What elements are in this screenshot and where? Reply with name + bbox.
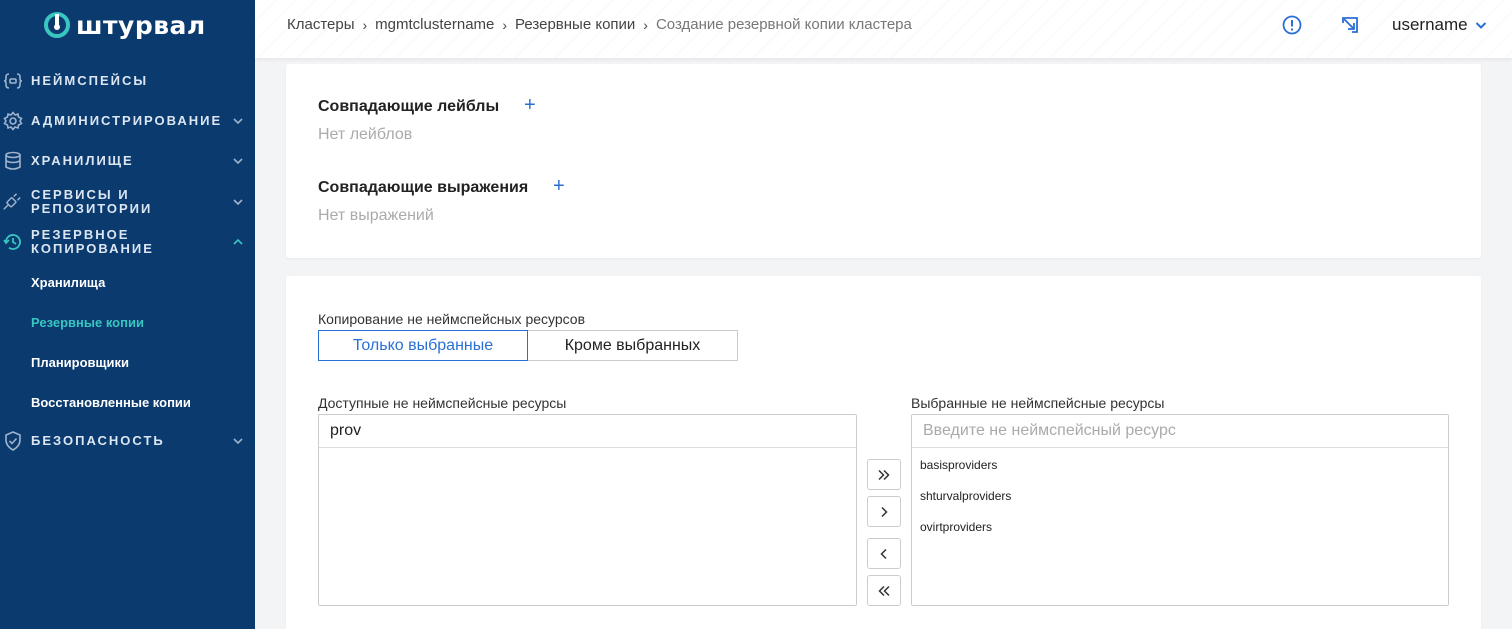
sidebar-item-label: Хранилище (31, 153, 134, 168)
add-label-plus-icon[interactable]: + (524, 95, 536, 115)
selected-resources-list[interactable]: basisproviders shturvalproviders ovirtpr… (911, 414, 1449, 606)
breadcrumb-backups[interactable]: Резервные копии (515, 16, 635, 33)
list-item[interactable]: shturvalproviders (920, 489, 1011, 503)
chevron-right-icon: › (502, 16, 508, 33)
breadcrumb-clusters[interactable]: Кластеры (287, 16, 355, 33)
breadcrumb-current: Создание резервной копии кластера (655, 16, 912, 33)
chevrons-left-icon (878, 585, 890, 596)
sidebar-subitem-schedulers[interactable]: Планировщики (31, 355, 129, 370)
breadcrumb-cluster[interactable]: mgmtclustername (375, 16, 494, 33)
no-labels-text: Нет лейблов (318, 126, 413, 143)
sidebar-item-backup[interactable]: Резервное копирование (0, 227, 255, 257)
sidebar-item-services-repos[interactable]: Сервисы и репозитории (0, 187, 255, 217)
no-expressions-text: Нет выражений (318, 207, 434, 224)
sidebar: штурвал Неймспейсы Администрирование Хра… (0, 0, 255, 629)
chevrons-right-icon (878, 469, 890, 480)
selector-card: Совпадающие лейблы + Нет лейблов Совпада… (286, 64, 1481, 258)
chevron-down-icon (233, 438, 243, 445)
alert-info-icon[interactable] (1281, 14, 1303, 36)
available-filter-input[interactable] (319, 415, 856, 448)
gear-icon (3, 111, 23, 131)
database-icon (3, 151, 23, 171)
move-all-right-button[interactable] (867, 459, 901, 490)
sidebar-subitem-storages[interactable]: Хранилища (31, 275, 105, 290)
chevron-left-icon (880, 548, 887, 559)
plug-icon (2, 192, 22, 212)
sidebar-item-label: Сервисы и репозитории (31, 187, 153, 216)
braces-icon (3, 71, 23, 91)
chevron-down-icon (233, 199, 243, 206)
move-left-button[interactable] (867, 538, 901, 569)
mode-label: Копирование не неймспейсных ресурсов (318, 311, 586, 327)
selected-resources-label: Выбранные не неймспейсные ресурсы (911, 395, 1165, 411)
sidebar-item-namespaces[interactable]: Неймспейсы (0, 72, 255, 90)
mode-only-selected-button[interactable]: Только выбранные (318, 330, 528, 361)
chevron-down-icon (1475, 22, 1486, 29)
shield-icon (3, 431, 23, 451)
sidebar-item-label: Безопасность (31, 433, 165, 448)
user-menu[interactable]: username (1392, 15, 1487, 35)
top-header: Кластеры › mgmtclustername › Резервные к… (255, 0, 1512, 58)
sidebar-item-storage[interactable]: Хранилище (0, 151, 255, 171)
chevron-right-icon (881, 506, 888, 517)
sidebar-subitem-backups[interactable]: Резервные копии (31, 315, 144, 330)
helm-logo-icon (44, 12, 70, 38)
breadcrumb: Кластеры › mgmtclustername › Резервные к… (287, 16, 912, 33)
chevron-right-icon: › (643, 16, 648, 33)
brand-name: штурвал (76, 10, 206, 40)
expand-arrow-icon[interactable] (1339, 14, 1361, 36)
logo[interactable]: штурвал (44, 10, 206, 40)
chevron-down-icon (233, 158, 243, 165)
matching-labels-title: Совпадающие лейблы (318, 98, 500, 115)
sidebar-item-label: Неймспейсы (31, 73, 149, 88)
mode-except-selected-button[interactable]: Кроме выбранных (527, 330, 738, 361)
username: username (1392, 15, 1468, 34)
sidebar-item-label: Администрирование (31, 113, 223, 128)
backup-icon (3, 232, 23, 252)
available-resources-label: Доступные не неймспейсные ресурсы (318, 395, 567, 411)
move-right-button[interactable] (867, 496, 901, 527)
chevron-down-icon (233, 118, 243, 125)
selected-filter-input[interactable] (912, 415, 1448, 448)
sidebar-item-administration[interactable]: Администрирование (0, 111, 255, 131)
matching-expressions-title: Совпадающие выражения (318, 179, 529, 196)
chevron-up-icon (233, 238, 243, 245)
sidebar-subitem-restored[interactable]: Восстановленные копии (31, 395, 191, 410)
list-item[interactable]: basisproviders (920, 458, 997, 472)
available-resources-list[interactable] (318, 414, 857, 606)
list-item[interactable]: ovirtproviders (920, 520, 992, 534)
add-expression-plus-icon[interactable]: + (553, 176, 565, 196)
sidebar-item-security[interactable]: Безопасность (0, 431, 255, 451)
move-all-left-button[interactable] (867, 575, 901, 606)
chevron-right-icon: › (362, 16, 368, 33)
sidebar-item-label: Резервное копирование (31, 227, 154, 256)
